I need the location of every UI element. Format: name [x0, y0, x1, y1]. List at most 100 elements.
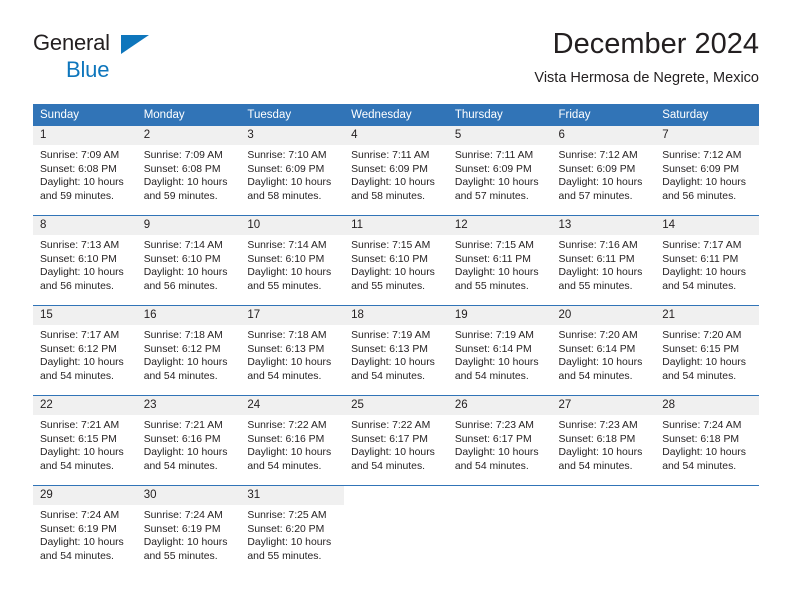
calendar-day-cell[interactable]: 23 Sunrise: 7:21 AM Sunset: 6:16 PM Dayligh…	[136, 395, 241, 486]
day-number: 19	[447, 306, 552, 325]
sunrise-text: Sunrise: 7:19 AM	[454, 330, 534, 341]
sunrise-text: Sunrise: 7:09 AM	[40, 150, 120, 161]
sunrise-text: Sunrise: 7:10 AM	[247, 150, 327, 161]
calendar-day-cell[interactable]: 29 Sunrise: 7:24 AM Sunset: 6:19 PM Dayligh…	[33, 485, 137, 575]
daylight-text-line2: and 57 minutes.	[558, 190, 633, 202]
calendar-cell-empty	[655, 485, 759, 575]
sunset-text: Sunset: 6:10 PM	[143, 253, 221, 265]
sunrise-text: Sunrise: 7:21 AM	[40, 420, 120, 431]
sunset-text: Sunset: 6:17 PM	[351, 433, 428, 445]
calendar-body: 1 Sunrise: 7:09 AM Sunset: 6:08 PM Daylight…	[33, 126, 759, 575]
weekday-header-sunday: Sunday	[33, 104, 137, 126]
sunrise-text: Sunrise: 7:14 AM	[143, 240, 223, 251]
day-sun-info: Sunrise: 7:21 AM Sunset: 6:16 PM Daylight:…	[137, 415, 241, 473]
daylight-text-line2: and 54 minutes.	[143, 370, 218, 382]
calendar-day-cell[interactable]: 30 Sunrise: 7:24 AM Sunset: 6:19 PM Dayligh…	[136, 485, 241, 575]
calendar-day-cell[interactable]: 3 Sunrise: 7:10 AM Sunset: 6:09 PM Daylight…	[240, 126, 345, 216]
calendar-day-cell[interactable]: 21 Sunrise: 7:20 AM Sunset: 6:15 PM Dayligh…	[655, 305, 759, 396]
day-sun-info: Sunrise: 7:18 AM Sunset: 6:13 PM Daylight:…	[240, 325, 344, 383]
calendar-day-cell[interactable]: 13 Sunrise: 7:16 AM Sunset: 6:11 PM Dayligh…	[551, 215, 656, 306]
sunset-text: Sunset: 6:14 PM	[558, 343, 636, 355]
calendar-week-row: 8 Sunrise: 7:13 AM Sunset: 6:10 PM Daylight…	[33, 215, 759, 306]
daylight-text-line2: and 54 minutes.	[143, 460, 218, 472]
daylight-text-line2: and 55 minutes.	[558, 280, 633, 292]
day-sun-info: Sunrise: 7:23 AM Sunset: 6:17 PM Daylight:…	[448, 415, 552, 473]
day-number: 30	[136, 486, 241, 505]
calendar-day-cell[interactable]: 26 Sunrise: 7:23 AM Sunset: 6:17 PM Dayligh…	[447, 395, 552, 486]
calendar-day-cell[interactable]: 12 Sunrise: 7:15 AM Sunset: 6:11 PM Dayligh…	[447, 215, 552, 306]
calendar-day-cell[interactable]: 14 Sunrise: 7:17 AM Sunset: 6:11 PM Dayligh…	[655, 215, 759, 306]
day-number	[552, 486, 656, 505]
calendar-day-cell[interactable]: 27 Sunrise: 7:23 AM Sunset: 6:18 PM Dayligh…	[551, 395, 656, 486]
calendar-day-cell[interactable]: 22 Sunrise: 7:21 AM Sunset: 6:15 PM Dayligh…	[33, 395, 137, 486]
sunset-text: Sunset: 6:11 PM	[454, 253, 531, 265]
sunrise-text: Sunrise: 7:15 AM	[351, 240, 431, 251]
daylight-text-line2: and 54 minutes.	[247, 370, 322, 382]
calendar-day-cell[interactable]: 31 Sunrise: 7:25 AM Sunset: 6:20 PM Dayligh…	[240, 485, 345, 575]
day-cell-inner: 1 Sunrise: 7:09 AM Sunset: 6:08 PM Daylight…	[33, 126, 137, 215]
calendar-day-cell[interactable]: 15 Sunrise: 7:17 AM Sunset: 6:12 PM Dayligh…	[33, 305, 137, 396]
daylight-text-line2: and 59 minutes.	[143, 190, 218, 202]
calendar-day-cell[interactable]: 25 Sunrise: 7:22 AM Sunset: 6:17 PM Dayligh…	[344, 395, 448, 486]
calendar-day-cell[interactable]: 17 Sunrise: 7:18 AM Sunset: 6:13 PM Dayligh…	[240, 305, 345, 396]
day-sun-info: Sunrise: 7:14 AM Sunset: 6:10 PM Daylight:…	[240, 235, 344, 293]
day-number: 1	[33, 126, 137, 145]
calendar-day-cell[interactable]: 24 Sunrise: 7:22 AM Sunset: 6:16 PM Dayligh…	[240, 395, 345, 486]
sunrise-text: Sunrise: 7:09 AM	[143, 150, 223, 161]
day-cell-inner: 31 Sunrise: 7:25 AM Sunset: 6:20 PM Dayligh…	[240, 486, 345, 575]
weekday-header-wednesday: Wednesday	[344, 104, 448, 126]
calendar-day-cell[interactable]: 2 Sunrise: 7:09 AM Sunset: 6:08 PM Daylight…	[136, 126, 241, 216]
daylight-text-line2: and 57 minutes.	[454, 190, 529, 202]
calendar-day-cell[interactable]: 16 Sunrise: 7:18 AM Sunset: 6:12 PM Dayligh…	[136, 305, 241, 396]
calendar-day-cell[interactable]: 18 Sunrise: 7:19 AM Sunset: 6:13 PM Dayligh…	[344, 305, 448, 396]
day-cell-inner: 11 Sunrise: 7:15 AM Sunset: 6:10 PM Dayligh…	[344, 216, 448, 305]
sunset-text: Sunset: 6:15 PM	[40, 433, 117, 445]
daylight-text-line1: Daylight: 10 hours	[247, 177, 332, 189]
general-blue-logo[interactable]: General Blue	[33, 32, 233, 90]
daylight-text-line1: Daylight: 10 hours	[40, 537, 124, 549]
daylight-text-line2: and 54 minutes.	[40, 550, 114, 562]
daylight-text-line1: Daylight: 10 hours	[40, 357, 124, 369]
sunset-text: Sunset: 6:08 PM	[40, 163, 117, 175]
day-number: 24	[240, 396, 345, 415]
day-number: 23	[136, 396, 241, 415]
daylight-text-line1: Daylight: 10 hours	[558, 447, 643, 459]
calendar-header-row: Sunday Monday Tuesday Wednesday Thursday…	[33, 104, 759, 126]
daylight-text-line1: Daylight: 10 hours	[247, 447, 332, 459]
calendar-day-cell[interactable]: 19 Sunrise: 7:19 AM Sunset: 6:14 PM Dayligh…	[447, 305, 552, 396]
sunrise-text: Sunrise: 7:18 AM	[247, 330, 327, 341]
day-number: 25	[344, 396, 448, 415]
calendar-day-cell[interactable]: 11 Sunrise: 7:15 AM Sunset: 6:10 PM Dayligh…	[344, 215, 448, 306]
calendar-table: Sunday Monday Tuesday Wednesday Thursday…	[33, 104, 759, 575]
calendar-day-cell[interactable]: 5 Sunrise: 7:11 AM Sunset: 6:09 PM Daylight…	[447, 126, 552, 216]
sunset-text: Sunset: 6:16 PM	[247, 433, 325, 445]
sunset-text: Sunset: 6:16 PM	[143, 433, 221, 445]
day-cell-inner	[552, 486, 656, 575]
calendar-week-row: 1 Sunrise: 7:09 AM Sunset: 6:08 PM Daylight…	[33, 126, 759, 216]
calendar-day-cell[interactable]: 8 Sunrise: 7:13 AM Sunset: 6:10 PM Daylight…	[33, 215, 137, 306]
daylight-text-line2: and 59 minutes.	[40, 190, 114, 202]
sunset-text: Sunset: 6:09 PM	[558, 163, 636, 175]
calendar-day-cell[interactable]: 6 Sunrise: 7:12 AM Sunset: 6:09 PM Daylight…	[551, 126, 656, 216]
sunrise-text: Sunrise: 7:20 AM	[662, 330, 742, 341]
calendar-day-cell[interactable]: 7 Sunrise: 7:12 AM Sunset: 6:09 PM Daylight…	[655, 126, 759, 216]
daylight-text-line2: and 54 minutes.	[454, 460, 529, 472]
calendar-cell-empty	[447, 485, 552, 575]
calendar-day-cell[interactable]: 9 Sunrise: 7:14 AM Sunset: 6:10 PM Daylight…	[136, 215, 241, 306]
day-cell-inner: 4 Sunrise: 7:11 AM Sunset: 6:09 PM Daylight…	[344, 126, 448, 215]
day-number: 29	[33, 486, 137, 505]
day-number: 18	[344, 306, 448, 325]
day-cell-inner: 21 Sunrise: 7:20 AM Sunset: 6:15 PM Dayligh…	[655, 306, 759, 395]
daylight-text-line1: Daylight: 10 hours	[247, 357, 332, 369]
day-sun-info: Sunrise: 7:15 AM Sunset: 6:11 PM Daylight:…	[448, 235, 552, 293]
sunrise-text: Sunrise: 7:24 AM	[662, 420, 742, 431]
sunrise-text: Sunrise: 7:19 AM	[351, 330, 431, 341]
calendar-day-cell[interactable]: 20 Sunrise: 7:20 AM Sunset: 6:14 PM Dayligh…	[551, 305, 656, 396]
calendar-day-cell[interactable]: 4 Sunrise: 7:11 AM Sunset: 6:09 PM Daylight…	[344, 126, 448, 216]
sunset-text: Sunset: 6:12 PM	[143, 343, 221, 355]
day-sun-info: Sunrise: 7:09 AM Sunset: 6:08 PM Daylight:…	[137, 145, 241, 203]
calendar-day-cell[interactable]: 1 Sunrise: 7:09 AM Sunset: 6:08 PM Daylight…	[33, 126, 137, 216]
daylight-text-line1: Daylight: 10 hours	[454, 357, 539, 369]
calendar-day-cell[interactable]: 10 Sunrise: 7:14 AM Sunset: 6:10 PM Dayligh…	[240, 215, 345, 306]
calendar-day-cell[interactable]: 28 Sunrise: 7:24 AM Sunset: 6:18 PM Dayligh…	[655, 395, 759, 486]
